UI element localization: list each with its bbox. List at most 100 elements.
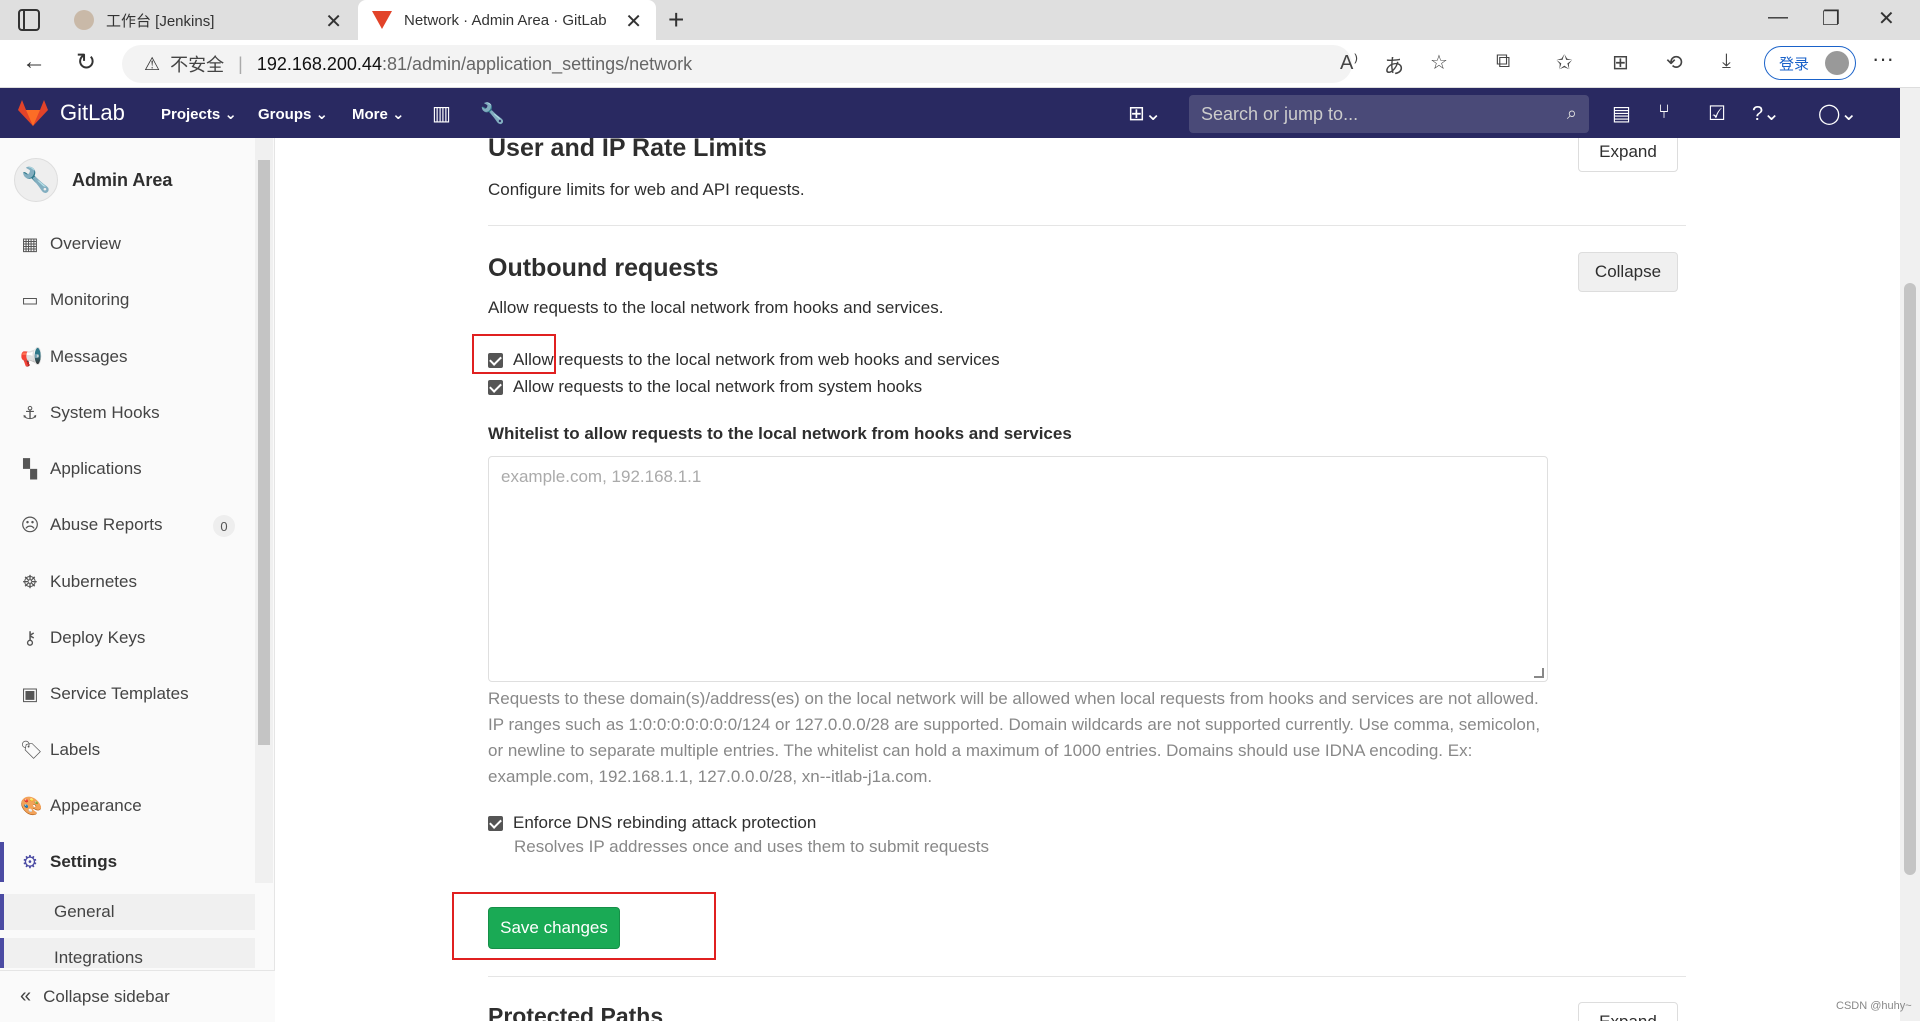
gitlab-header: GitLab Projects ⌄ Groups ⌄ More ⌄ ▥ 🔧 ⊞⌄… <box>0 88 1900 138</box>
key-icon: ⚷ <box>23 627 37 648</box>
browser-tab-bar: 工作台 [Jenkins] ✕ Network · Admin Area · G… <box>0 0 1920 40</box>
sidebar-item-label: Kubernetes <box>50 572 137 591</box>
nav-groups[interactable]: Groups ⌄ <box>258 105 328 123</box>
section-divider <box>488 976 1686 977</box>
highlight-checkbox-annotation <box>472 334 556 374</box>
rate-limits-expand-button[interactable]: Expand <box>1578 138 1678 172</box>
new-item-icon[interactable]: ⊞⌄ <box>1128 101 1162 126</box>
search-input[interactable]: Search or jump to... ⌕ <box>1189 95 1589 133</box>
rate-limits-title: User and IP Rate Limits <box>488 138 767 162</box>
sidebar-item-deploy-keys[interactable]: ⚷ Deploy Keys <box>0 618 255 658</box>
history-icon[interactable]: ⟲ <box>1666 50 1683 75</box>
webhooks-checkbox-row[interactable]: Allow requests to the local network from… <box>488 350 1000 370</box>
nav-more[interactable]: More ⌄ <box>352 105 405 123</box>
sidebar-item-labels[interactable]: 🏷 Labels <box>0 730 255 770</box>
url-field[interactable]: ⚠ 不安全 | 192.168.200.44 :81/admin/applica… <box>122 45 1352 83</box>
collapse-sidebar-button[interactable]: « Collapse sidebar <box>0 970 275 1022</box>
browser-menu-icon[interactable]: ··· <box>1872 46 1894 72</box>
read-aloud-icon[interactable]: A⁾ <box>1340 50 1358 75</box>
page-scrollbar[interactable] <box>1900 88 1920 1021</box>
admin-sidebar: 🔧 Admin Area ▦ Overview ▭ Monitoring 📢 M… <box>0 138 275 1022</box>
sidebar-item-label: Labels <box>50 740 101 759</box>
protected-paths-expand-button[interactable]: Expand <box>1578 1002 1678 1021</box>
sidebar-subitem-integrations[interactable]: Integrations <box>0 938 255 968</box>
sidebar-item-monitoring[interactable]: ▭ Monitoring <box>0 280 255 320</box>
download-icon[interactable]: ⤓ <box>1722 50 1731 73</box>
whitelist-textarea[interactable]: example.com, 192.168.1.1 <box>488 456 1548 682</box>
sidebar-scrollbar-thumb[interactable] <box>258 160 270 745</box>
sidebar-item-service-templates[interactable]: ▣ Service Templates <box>0 674 255 714</box>
megaphone-icon: 📢 <box>20 346 43 367</box>
sidebar-subitem-general[interactable]: General <box>0 894 255 930</box>
extensions-icon[interactable]: ⧉ <box>1496 50 1510 73</box>
sidebar-scrollbar[interactable] <box>255 138 273 883</box>
activity-chart-icon[interactable]: ▥ <box>432 101 451 126</box>
outbound-description: Allow requests to the local network from… <box>488 298 944 317</box>
sidebar-subitem-label: Integrations <box>54 948 143 967</box>
issues-icon[interactable]: ▤ <box>1612 101 1631 126</box>
tab-jenkins[interactable]: 工作台 [Jenkins] ✕ <box>60 0 356 40</box>
sidebar-item-messages[interactable]: 📢 Messages <box>0 337 255 377</box>
help-icon[interactable]: ?⌄ <box>1752 101 1780 126</box>
rate-limits-description: Configure limits for web and API request… <box>488 180 805 199</box>
sidebar-item-applications[interactable]: ▚ Applications <box>0 449 255 489</box>
sidebar-item-kubernetes[interactable]: ☸ Kubernetes <box>0 562 255 602</box>
label-icon: 🏷 <box>20 739 43 760</box>
close-tab-icon[interactable]: ✕ <box>625 9 642 34</box>
refresh-icon[interactable]: ↻ <box>76 48 96 77</box>
sidebar-item-label: Monitoring <box>50 290 130 309</box>
sidebar-item-appearance[interactable]: 🎨 Appearance <box>0 786 255 826</box>
tab-gitlab-network[interactable]: Network · Admin Area · GitLab ✕ <box>358 0 656 40</box>
address-bar-row: ← ↻ ⚠ 不安全 | 192.168.200.44 :81/admin/app… <box>0 40 1920 88</box>
tab-actions-icon[interactable] <box>18 9 40 31</box>
sidebar-item-settings[interactable]: ⚙ Settings <box>0 842 255 882</box>
gitlab-logo-icon[interactable] <box>18 100 48 126</box>
whitelist-label: Whitelist to allow requests to the local… <box>488 424 1072 443</box>
highlight-save-annotation <box>452 892 716 960</box>
todos-icon[interactable]: ☑ <box>1708 101 1726 126</box>
collections-icon[interactable]: ⊞ <box>1612 50 1629 75</box>
sidebar-item-label: Appearance <box>50 796 142 815</box>
gitlab-brand[interactable]: GitLab <box>60 100 125 126</box>
security-label: 不安全 <box>170 55 225 75</box>
add-favorite-icon[interactable]: ☆ <box>1430 50 1448 75</box>
sidebar-header[interactable]: 🔧 Admin Area <box>14 158 172 202</box>
sidebar-item-system-hooks[interactable]: ⚓ System Hooks <box>0 393 255 433</box>
grid-icon: ▚ <box>23 458 37 479</box>
favorites-icon[interactable]: ✩ <box>1556 50 1573 75</box>
dns-protection-checkbox[interactable] <box>488 815 503 831</box>
systemhooks-checkbox[interactable] <box>488 379 503 395</box>
profile-avatar-icon <box>1825 51 1849 75</box>
gitlab-favicon-icon <box>372 11 392 29</box>
page-scrollbar-thumb[interactable] <box>1904 283 1916 875</box>
gear-icon: ⚙ <box>21 851 39 872</box>
nav-projects[interactable]: Projects ⌄ <box>161 105 237 123</box>
sidebar-item-overview[interactable]: ▦ Overview <box>0 224 255 264</box>
sad-face-icon: ☹ <box>20 514 40 535</box>
admin-wrench-icon[interactable]: 🔧 <box>480 101 505 126</box>
hook-icon: ⚓ <box>21 402 39 423</box>
dns-checkbox-row[interactable]: Enforce DNS rebinding attack protection <box>488 813 816 833</box>
merge-requests-icon[interactable]: ⑂ <box>1658 101 1670 124</box>
login-button[interactable]: 登录 <box>1764 46 1856 80</box>
jenkins-favicon-icon <box>74 10 94 30</box>
systemhooks-checkbox-label: Allow requests to the local network from… <box>513 377 923 396</box>
user-avatar-icon[interactable]: ◯⌄ <box>1818 101 1857 126</box>
sidebar-title: Admin Area <box>72 169 173 190</box>
sidebar-item-label: Messages <box>50 347 128 366</box>
minimize-icon[interactable]: — <box>1768 6 1788 29</box>
translate-icon[interactable]: あ <box>1384 50 1404 79</box>
whitelist-placeholder: example.com, 192.168.1.1 <box>501 467 702 486</box>
sidebar-item-abuse-reports[interactable]: ☹ Abuse Reports 0 <box>0 505 255 545</box>
new-tab-icon[interactable]: + <box>668 4 684 36</box>
restore-icon[interactable]: ❐ <box>1822 6 1840 31</box>
outbound-collapse-button[interactable]: Collapse <box>1578 252 1678 292</box>
back-icon[interactable]: ← <box>22 48 46 76</box>
webhooks-checkbox-label: Allow requests to the local network from… <box>513 350 1000 369</box>
resize-handle-icon[interactable] <box>1534 668 1544 678</box>
window-close-icon[interactable]: ✕ <box>1878 6 1895 31</box>
section-divider <box>488 225 1686 226</box>
systemhooks-checkbox-row[interactable]: Allow requests to the local network from… <box>488 377 922 397</box>
close-tab-icon[interactable]: ✕ <box>325 9 342 34</box>
sidebar-item-label: Settings <box>50 852 118 871</box>
